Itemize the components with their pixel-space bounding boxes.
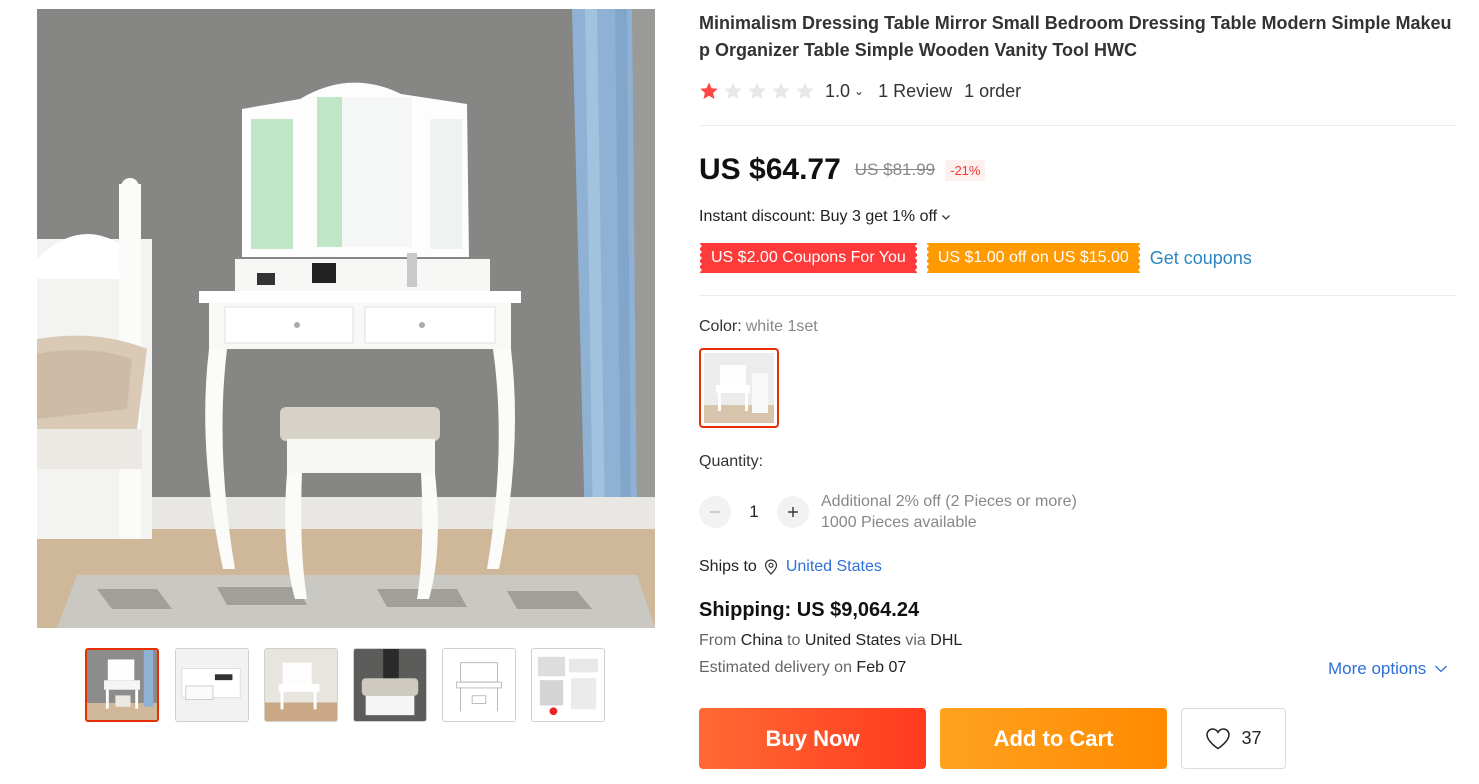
route-origin: China	[740, 632, 783, 649]
ships-to-country-link[interactable]: United States	[786, 558, 882, 576]
quantity-decrement-button[interactable]	[699, 496, 731, 528]
star-empty-icon	[724, 82, 742, 99]
get-coupons-link[interactable]: Get coupons	[1150, 248, 1252, 269]
coupon-store[interactable]: US $2.00 Coupons For You	[698, 243, 919, 273]
route-destination: United States	[804, 632, 901, 649]
current-price: US $64.77	[699, 153, 841, 186]
color-selected-value: white 1set	[745, 318, 818, 335]
estimated-delivery: Estimated delivery on Feb 07	[699, 659, 906, 677]
heart-icon	[1206, 727, 1231, 749]
thumbnail-5[interactable]	[442, 648, 516, 722]
instant-discount[interactable]: Instant discount: Buy 3 get 1% off	[699, 208, 952, 226]
route-to-word: to	[787, 632, 801, 649]
color-label-text: Color:	[699, 318, 742, 335]
more-options-label: More options	[1328, 659, 1427, 678]
plus-icon	[788, 507, 798, 517]
coupon-row: US $2.00 Coupons For You US $1.00 off on…	[698, 243, 1252, 273]
wishlist-button[interactable]: 37	[1181, 708, 1286, 769]
location-pin-icon	[764, 559, 777, 575]
delivery-date: Feb 07	[856, 659, 907, 676]
color-option-white-1set[interactable]	[699, 348, 779, 428]
more-shipping-options-link[interactable]: More options	[1328, 659, 1448, 679]
quantity-stepper: 1 Additional 2% off (2 Pieces or more) 1…	[699, 491, 1077, 533]
thumbnail-4[interactable]	[353, 648, 427, 722]
quantity-info: Additional 2% off (2 Pieces or more) 100…	[821, 491, 1077, 533]
route-carrier: DHL	[930, 632, 963, 649]
chevron-down-icon	[942, 215, 951, 220]
color-label: Color: white 1set	[699, 318, 818, 336]
thumbnail-3[interactable]	[264, 648, 338, 722]
add-to-cart-button[interactable]: Add to Cart	[940, 708, 1167, 769]
route-via-word: via	[905, 632, 926, 649]
shipping-route: From China to United States via DHL	[699, 632, 962, 650]
minus-icon	[710, 511, 720, 513]
star-filled-icon	[700, 82, 718, 99]
route-from-word: From	[699, 632, 737, 649]
star-empty-icon	[796, 82, 814, 99]
thumbnail-2[interactable]	[175, 648, 249, 722]
bulk-discount-text: Additional 2% off (2 Pieces or more)	[821, 493, 1077, 510]
buy-now-button[interactable]: Buy Now	[699, 708, 926, 769]
stock-available-text: 1000 Pieces available	[821, 514, 977, 531]
main-product-image[interactable]	[37, 9, 655, 628]
star-rating[interactable]	[699, 81, 819, 101]
rating-value[interactable]: 1.0	[825, 81, 850, 102]
ships-to-label: Ships to	[699, 558, 757, 575]
original-price: US $81.99	[854, 160, 936, 179]
divider	[699, 125, 1456, 126]
quantity-increment-button[interactable]	[777, 496, 809, 528]
wishlist-count: 37	[1241, 728, 1262, 748]
star-empty-icon	[772, 82, 790, 99]
discount-badge: -21%	[945, 159, 986, 181]
order-count: 1 order	[964, 80, 1022, 101]
quantity-label: Quantity:	[699, 453, 764, 470]
shipping-cost: Shipping: US $9,064.24	[699, 599, 920, 621]
price-row: US $64.77 US $81.99 -21%	[699, 150, 986, 190]
review-count-link[interactable]: 1 Review	[878, 81, 952, 102]
thumbnail-6[interactable]	[531, 648, 605, 722]
coupon-select[interactable]: US $1.00 off on US $15.00	[924, 243, 1142, 273]
delivery-prefix: Estimated delivery on	[699, 659, 852, 676]
star-empty-icon	[748, 82, 766, 99]
ships-to-row: Ships to United States	[699, 558, 882, 576]
divider	[699, 295, 1456, 296]
quantity-value[interactable]: 1	[731, 502, 777, 522]
instant-discount-text: Instant discount: Buy 3 get 1% off	[699, 208, 938, 225]
thumbnail-1[interactable]	[85, 648, 159, 722]
product-title: Minimalism Dressing Table Mirror Small B…	[699, 13, 1452, 60]
chevron-down-icon	[1435, 665, 1448, 673]
chevron-down-icon[interactable]: ⌄	[854, 84, 864, 98]
rating-row: 1.0 ⌄ 1 Review 1 order	[699, 78, 1021, 104]
